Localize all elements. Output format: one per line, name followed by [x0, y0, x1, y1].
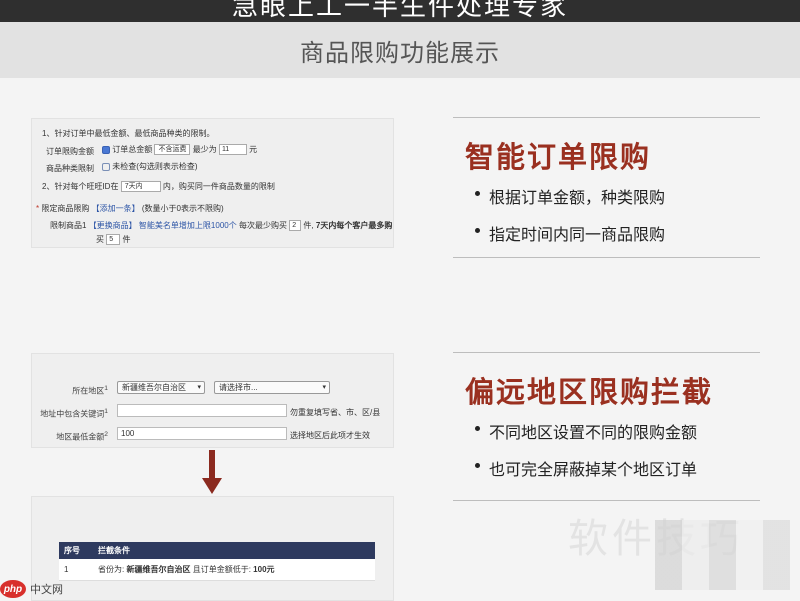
- table-row[interactable]: 1 省份为: 新疆维吾尔自治区 且订单金额低于: 100元: [59, 559, 375, 581]
- category-text: 未检查(勾选则表示检查): [112, 162, 198, 171]
- panel1-line1: 1、针对订单中最低金额、最低商品种类的限制。: [42, 129, 215, 138]
- per-label: 每次最少购买: [238, 221, 287, 230]
- keyword-input[interactable]: [117, 404, 287, 417]
- region-select-value: 新疆维吾尔自治区: [122, 383, 186, 392]
- min-amount-label: 地区最低金额: [56, 432, 105, 442]
- keyword-label: 地址中包含关键词: [40, 409, 105, 419]
- min-amount-sup: 2: [104, 431, 108, 438]
- divider: [453, 352, 760, 353]
- feature2-title: 偏远地区限购拦截: [465, 377, 714, 409]
- intercept-rules-table: 序号 拦截条件 1 省份为: 新疆维吾尔自治区 且订单金额低于: 100元: [59, 542, 375, 581]
- region-sup: 1: [104, 385, 108, 392]
- category-checkbox[interactable]: [102, 162, 110, 171]
- order-amount-label: 订单限购金额: [46, 147, 94, 156]
- divider: [453, 117, 760, 118]
- order-limit-panel: 1、针对订单中最低金额、最低商品种类的限制。 订单限购金额 订单总金额 不含运费…: [31, 118, 394, 248]
- category-label: 商品种类限制: [46, 164, 94, 173]
- per-unit: 件,: [303, 221, 314, 230]
- row-middle: 且订单金额低于:: [192, 565, 251, 574]
- rule-table-panel: 序号 拦截条件 1 省份为: 新疆维吾尔自治区 且订单金额低于: 100元: [31, 496, 394, 601]
- feature2-bullet: 也可完全屏蔽掉某个地区订单: [475, 456, 760, 480]
- city-select[interactable]: 请选择市... ▾: [214, 381, 330, 394]
- panel1-line2-suffix: 内，购买同一件商品数量的限制: [162, 182, 275, 191]
- row-amount: 100元: [253, 565, 275, 574]
- order-amount-checkbox-label: 订单总金额: [112, 145, 153, 154]
- add-hint: (数量小于0表示不限购): [141, 204, 224, 213]
- chevron-down-icon: ▾: [322, 384, 326, 391]
- feature2-bullets: 不同地区设置不同的限购金额 也可完全屏蔽掉某个地区订单: [475, 419, 760, 480]
- feature1-bullet: 根据订单金额，种类限购: [475, 184, 760, 208]
- keyword-sup: 1: [104, 408, 108, 415]
- site-name: 中文网: [30, 584, 63, 596]
- feature-smart-order-limit: 智能订单限购 根据订单金额，种类限购 指定时间内同一商品限购: [453, 117, 760, 258]
- region-select[interactable]: 新疆维吾尔自治区 ▾: [117, 381, 205, 394]
- min-amount-hint: 选择地区后此项才生效: [290, 431, 370, 440]
- row-index: 1: [59, 559, 93, 581]
- required-mark: *: [36, 204, 40, 213]
- col-condition: 拦截条件: [93, 542, 375, 559]
- feature1-bullets: 根据订单金额，种类限购 指定时间内同一商品限购: [475, 184, 760, 245]
- add-row-link[interactable]: 【添加一条】: [92, 204, 140, 213]
- page-title: 商品限购功能展示: [300, 39, 500, 67]
- days-select[interactable]: 7天内: [120, 181, 161, 193]
- chevron-down-icon: ▾: [197, 384, 201, 391]
- feature1-bullet: 指定时间内同一商品限购: [475, 221, 760, 245]
- order-amount-input[interactable]: 11: [218, 144, 247, 156]
- divider: [453, 257, 760, 258]
- feature1-title: 智能订单限购: [465, 142, 652, 174]
- banner-title: 急眼上工一半生件处理专家: [231, 0, 568, 21]
- site-logo[interactable]: php 中文网: [0, 580, 63, 598]
- change-product-link[interactable]: 【更换商品】: [89, 221, 137, 230]
- region-label: 所在地区: [72, 386, 105, 396]
- keyword-hint: 勿重复填写省、市、区/县: [290, 408, 381, 417]
- order-amount-checkbox[interactable]: [102, 145, 110, 154]
- panel1-line2: 2、针对每个旺旺ID在: [42, 182, 119, 191]
- limit-label: 限制商品1: [50, 221, 87, 230]
- days-limit-text: 7天内每个客户最多购: [315, 221, 393, 230]
- min-label: 最少为: [192, 145, 217, 154]
- top-banner: 急眼上工一半生件处理专家: [0, 0, 800, 22]
- product-name[interactable]: 智能美名单增加上限1000个: [139, 221, 237, 230]
- min-amount-input[interactable]: 100: [117, 427, 287, 440]
- col-index: 序号: [59, 542, 93, 559]
- buy-label: 买: [96, 235, 104, 244]
- down-arrow-icon: [209, 450, 215, 480]
- per-input[interactable]: 2: [289, 220, 302, 232]
- mosaic-overlay: [655, 520, 790, 590]
- row-condition: 省份为: 新疆维吾尔自治区 且订单金额低于: 100元: [93, 559, 375, 581]
- down-arrow-head-icon: [202, 478, 222, 494]
- divider: [453, 500, 760, 501]
- feature2-bullet: 不同地区设置不同的限购金额: [475, 419, 760, 443]
- buy-input[interactable]: 5: [106, 234, 121, 246]
- php-logo-badge: php: [0, 580, 26, 598]
- product-label: 限定商品限购: [41, 204, 90, 213]
- row-region: 新疆维吾尔自治区: [126, 565, 191, 574]
- buy-unit: 件: [122, 235, 131, 244]
- feature-remote-region-block: 偏远地区限购拦截 不同地区设置不同的限购金额 也可完全屏蔽掉某个地区订单: [453, 352, 760, 501]
- amount-unit: 元: [249, 145, 258, 154]
- shipping-select[interactable]: 不含运费: [154, 144, 191, 156]
- title-bar: 商品限购功能展示: [0, 22, 800, 78]
- city-select-value: 请选择市...: [219, 383, 258, 392]
- table-header-row: 序号 拦截条件: [59, 542, 375, 559]
- region-limit-panel: 所在地区1 新疆维吾尔自治区 ▾ 请选择市... ▾ 地址中包含关键词1 勿重复填写…: [31, 353, 394, 448]
- row-prefix: 省份为:: [98, 565, 125, 574]
